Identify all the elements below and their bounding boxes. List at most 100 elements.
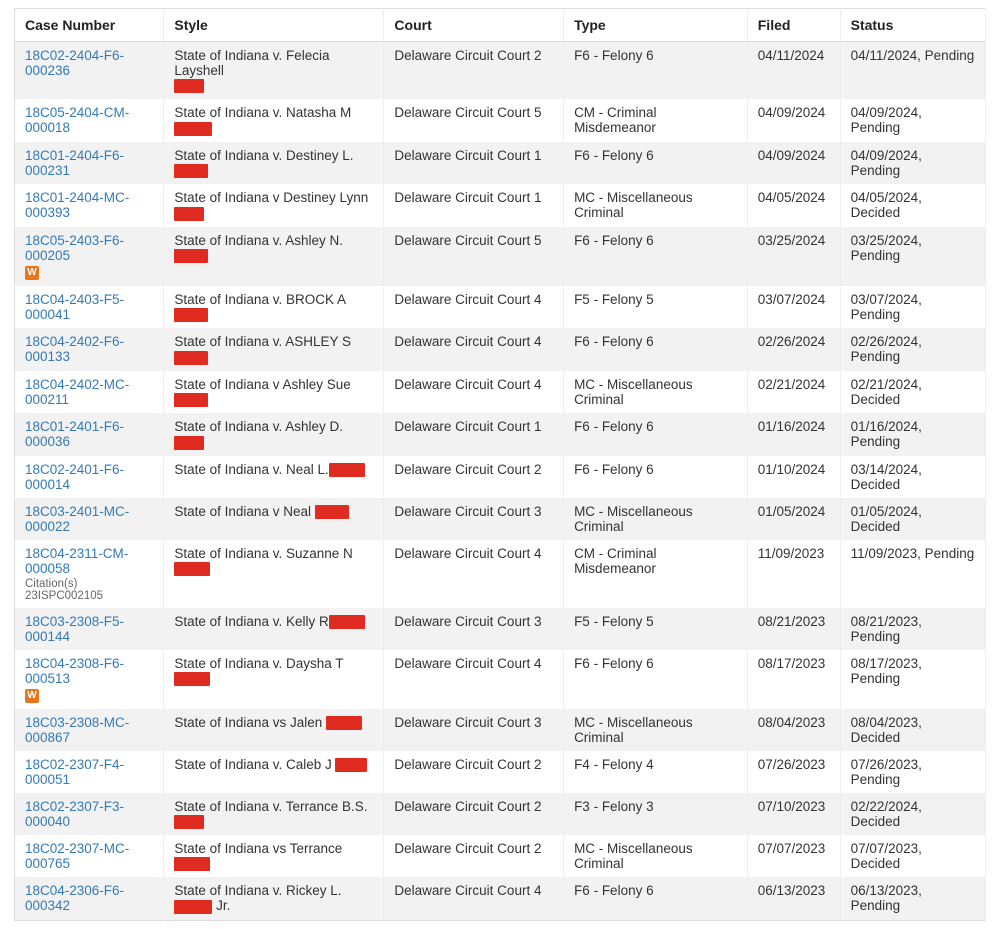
cell-court: Delaware Circuit Court 1 bbox=[384, 142, 564, 184]
case-style-text: State of Indiana v. Caleb J bbox=[174, 757, 335, 772]
case-number-link[interactable]: 18C01-2404-MC-000393 bbox=[25, 190, 129, 220]
header-type: Type bbox=[564, 9, 748, 42]
table-row: 18C04-2311-CM-000058Citation(s) 23ISPC00… bbox=[15, 540, 986, 608]
cell-status: 04/09/2024, Pending bbox=[840, 142, 985, 184]
case-number-link[interactable]: 18C01-2401-F6-000036 bbox=[25, 419, 124, 449]
cell-style: State of Indiana v. Felecia Layshell bbox=[164, 42, 384, 100]
cell-status: 07/26/2023, Pending bbox=[840, 751, 985, 793]
case-number-link[interactable]: 18C02-2307-MC-000765 bbox=[25, 841, 129, 871]
cell-court: Delaware Circuit Court 4 bbox=[384, 540, 564, 608]
table-row: 18C02-2401-F6-000014State of Indiana v. … bbox=[15, 456, 986, 498]
cell-status: 04/05/2024, Decided bbox=[840, 184, 985, 226]
cell-filed: 07/10/2023 bbox=[747, 793, 840, 835]
cell-type: CM - Criminal Misdemeanor bbox=[564, 540, 748, 608]
redaction-icon bbox=[174, 122, 212, 136]
header-style: Style bbox=[164, 9, 384, 42]
table-row: 18C03-2401-MC-000022 State of Indiana v N… bbox=[15, 498, 986, 540]
cell-filed: 03/25/2024 bbox=[747, 227, 840, 286]
case-number-link[interactable]: 18C04-2403-F5-000041 bbox=[25, 292, 124, 322]
cell-status: 08/21/2023, Pending bbox=[840, 608, 985, 650]
cell-court: Delaware Circuit Court 2 bbox=[384, 751, 564, 793]
case-number-link[interactable]: 18C04-2306-F6-000342 bbox=[25, 883, 124, 913]
case-style-text: State of Indiana v Destiney Lynn bbox=[174, 190, 368, 205]
table-row: 18C01-2404-F6-000231State of Indiana v. … bbox=[15, 142, 986, 184]
case-number-link[interactable]: 18C04-2402-F6-000133 bbox=[25, 334, 124, 364]
case-style-text: State of Indiana v Neal bbox=[174, 504, 314, 519]
cell-court: Delaware Circuit Court 2 bbox=[384, 793, 564, 835]
cell-type: MC - Miscellaneous Criminal bbox=[564, 498, 748, 540]
cell-style: State of Indiana v. Ashley N. bbox=[164, 227, 384, 286]
redaction-icon bbox=[335, 758, 367, 772]
cell-case-number: 18C03-2308-F5-000144 bbox=[15, 608, 164, 650]
cell-type: F6 - Felony 6 bbox=[564, 42, 748, 100]
cell-type: MC - Miscellaneous Criminal bbox=[564, 371, 748, 413]
case-style-text: State of Indiana v. Natasha M bbox=[174, 105, 351, 120]
case-number-link[interactable]: 18C04-2402-MC-000211 bbox=[25, 377, 129, 407]
cell-status: 03/07/2024, Pending bbox=[840, 286, 985, 328]
case-style-text: State of Indiana v Ashley Sue bbox=[174, 377, 350, 392]
redaction-icon bbox=[174, 857, 210, 871]
case-number-link[interactable]: 18C02-2307-F4-000051 bbox=[25, 757, 124, 787]
cell-filed: 07/26/2023 bbox=[747, 751, 840, 793]
cell-type: F4 - Felony 4 bbox=[564, 751, 748, 793]
cell-court: Delaware Circuit Court 4 bbox=[384, 371, 564, 413]
cell-case-number: 18C02-2404-F6-000236 bbox=[15, 42, 164, 100]
case-style-text: State of Indiana v. ASHLEY S bbox=[174, 334, 351, 349]
case-style-text: State of Indiana v. Ashley N. bbox=[174, 233, 343, 248]
cell-type: F3 - Felony 3 bbox=[564, 793, 748, 835]
case-number-link[interactable]: 18C02-2307-F3-000040 bbox=[25, 799, 124, 829]
cell-case-number: 18C01-2404-MC-000393 bbox=[15, 184, 164, 226]
cell-case-number: 18C02-2307-F4-000051 bbox=[15, 751, 164, 793]
case-style-suffix: Jr. bbox=[212, 898, 230, 913]
cell-filed: 08/17/2023 bbox=[747, 650, 840, 709]
case-number-link[interactable]: 18C02-2404-F6-000236 bbox=[25, 48, 124, 78]
header-court: Court bbox=[384, 9, 564, 42]
redaction-icon bbox=[174, 79, 204, 93]
case-number-link[interactable]: 18C04-2311-CM-000058 bbox=[25, 546, 128, 576]
cell-case-number: 18C03-2401-MC-000022 bbox=[15, 498, 164, 540]
cell-case-number: 18C03-2308-MC-000867 bbox=[15, 709, 164, 751]
case-number-link[interactable]: 18C05-2404-CM-000018 bbox=[25, 105, 129, 135]
cell-type: MC - Miscellaneous Criminal bbox=[564, 835, 748, 877]
case-number-link[interactable]: 18C03-2308-F5-000144 bbox=[25, 614, 124, 644]
cell-court: Delaware Circuit Court 2 bbox=[384, 42, 564, 100]
cell-status: 04/11/2024, Pending bbox=[840, 42, 985, 100]
cell-style: State of Indiana v. Suzanne N bbox=[164, 540, 384, 608]
cell-court: Delaware Circuit Court 1 bbox=[384, 184, 564, 226]
cell-case-number: 18C02-2401-F6-000014 bbox=[15, 456, 164, 498]
cell-style: State of Indiana v. Kelly R bbox=[164, 608, 384, 650]
table-row: 18C04-2402-MC-000211 State of Indiana v A… bbox=[15, 371, 986, 413]
header-status: Status bbox=[840, 9, 985, 42]
cell-filed: 01/05/2024 bbox=[747, 498, 840, 540]
cell-style: State of Indiana v. ASHLEY S bbox=[164, 328, 384, 370]
cell-type: F6 - Felony 6 bbox=[564, 142, 748, 184]
cell-filed: 04/11/2024 bbox=[747, 42, 840, 100]
cell-court: Delaware Circuit Court 1 bbox=[384, 413, 564, 455]
case-style-text: State of Indiana v. Rickey L. bbox=[174, 883, 341, 898]
cell-court: Delaware Circuit Court 4 bbox=[384, 286, 564, 328]
case-number-link[interactable]: 18C04-2308-F6-000513 bbox=[25, 656, 124, 686]
cell-type: F6 - Felony 6 bbox=[564, 413, 748, 455]
case-number-link[interactable]: 18C01-2404-F6-000231 bbox=[25, 148, 124, 178]
case-number-link[interactable]: 18C02-2401-F6-000014 bbox=[25, 462, 124, 492]
cell-case-number: 18C02-2307-MC-000765 bbox=[15, 835, 164, 877]
case-results-table: Case Number Style Court Type Filed Statu… bbox=[14, 8, 986, 921]
case-number-link[interactable]: 18C03-2308-MC-000867 bbox=[25, 715, 129, 745]
cell-case-number: 18C01-2401-F6-000036 bbox=[15, 413, 164, 455]
cell-filed: 03/07/2024 bbox=[747, 286, 840, 328]
redaction-icon bbox=[174, 249, 208, 263]
case-number-link[interactable]: 18C05-2403-F6-000205 bbox=[25, 233, 124, 263]
redaction-icon bbox=[174, 164, 208, 178]
cell-filed: 06/13/2023 bbox=[747, 877, 840, 920]
cell-status: 03/14/2024, Decided bbox=[840, 456, 985, 498]
case-number-link[interactable]: 18C03-2401-MC-000022 bbox=[25, 504, 129, 534]
redaction-icon bbox=[174, 815, 204, 829]
redaction-icon bbox=[326, 716, 362, 730]
redaction-icon bbox=[174, 351, 208, 365]
cell-status: 02/21/2024, Decided bbox=[840, 371, 985, 413]
cell-case-number: 18C04-2402-MC-000211 bbox=[15, 371, 164, 413]
cell-case-number: 18C05-2404-CM-000018 bbox=[15, 99, 164, 141]
cell-type: MC - Miscellaneous Criminal bbox=[564, 709, 748, 751]
cell-style: State of Indiana v. Daysha T bbox=[164, 650, 384, 709]
table-row: 18C05-2404-CM-000018 State of Indiana v. … bbox=[15, 99, 986, 141]
